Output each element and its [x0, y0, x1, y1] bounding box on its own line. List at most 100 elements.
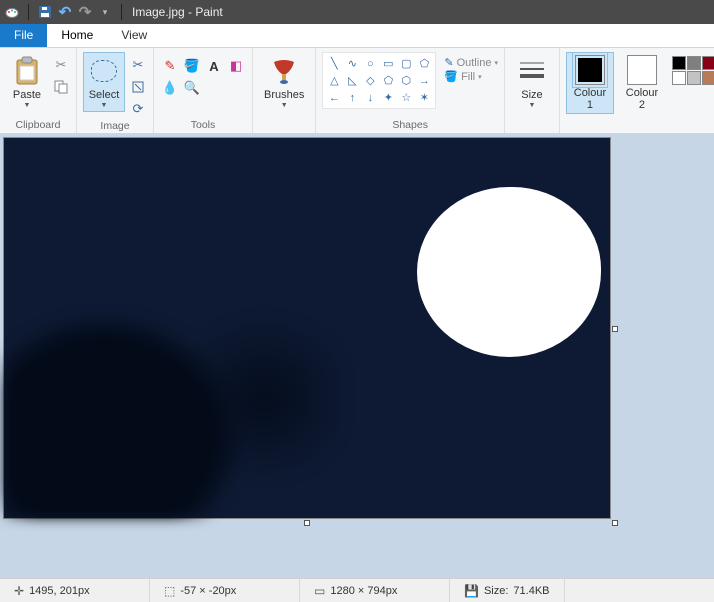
shapes-gallery[interactable]: ╲ ∿ ○ ▭ ▢ ⬠ △ ◺ ◇ ⬠ ⬡ → ← ↑ ↓ ✦ ☆ ✶ — [322, 52, 436, 109]
group-tools: ✎ 🪣 A ◧ 💧 🔍 Tools — [154, 48, 253, 133]
chevron-down-icon: ▾ — [478, 73, 482, 81]
separator — [121, 4, 122, 20]
brush-icon — [268, 55, 300, 87]
paste-button[interactable]: Paste ▼ — [6, 52, 48, 112]
shape-diamond-icon[interactable]: ◇ — [362, 73, 378, 88]
fill-icon[interactable]: 🪣 — [182, 56, 202, 76]
shape-outline-button[interactable]: ✎ Outline ▾ — [444, 56, 498, 69]
palette-swatch[interactable] — [687, 71, 701, 85]
colour-1-button[interactable]: Colour 1 — [566, 52, 614, 114]
palette-swatch[interactable] — [702, 71, 714, 85]
shape-line-icon[interactable]: ╲ — [326, 56, 342, 71]
palette-swatch[interactable] — [687, 56, 701, 70]
shape-star5-icon[interactable]: ☆ — [398, 90, 414, 105]
brushes-button[interactable]: Brushes ▼ — [259, 52, 309, 112]
customize-qat-icon[interactable]: ▾ — [97, 4, 113, 20]
free-select-icon — [88, 55, 120, 87]
filename-label: Image.jpg — [132, 5, 185, 19]
shape-hexagon-icon[interactable]: ⬡ — [398, 73, 414, 88]
palette-swatch[interactable] — [672, 56, 686, 70]
status-file-size: 💾 Size: 71.4KB — [450, 579, 565, 602]
size-button[interactable]: Size ▼ — [511, 52, 553, 112]
palette-swatch[interactable] — [672, 71, 686, 85]
select-label: Select — [89, 89, 120, 101]
status-canvas-dimensions: ▭ 1280 × 794px — [300, 579, 450, 602]
size-label: Size: — [484, 585, 508, 597]
shape-curve-icon[interactable]: ∿ — [344, 56, 360, 71]
shape-arrow-up-icon[interactable]: ↑ — [344, 90, 360, 105]
shape-roundrect-icon[interactable]: ▢ — [398, 56, 414, 71]
magnifier-icon[interactable]: 🔍 — [182, 78, 202, 98]
tab-view[interactable]: View — [107, 24, 161, 47]
colour-2-button[interactable]: Colour 2 — [618, 52, 666, 114]
shape-star6-icon[interactable]: ✶ — [416, 90, 432, 105]
rotate-icon[interactable]: ⟳ — [129, 100, 147, 118]
shape-arrow-down-icon[interactable]: ↓ — [362, 90, 378, 105]
appname-label: Paint — [195, 5, 222, 19]
image-group-label: Image — [100, 118, 129, 133]
colour-2-label: Colour 2 — [626, 87, 658, 111]
shape-oval-icon[interactable]: ○ — [362, 56, 378, 71]
palette-swatch[interactable] — [702, 56, 714, 70]
tab-home[interactable]: Home — [47, 24, 107, 47]
separator — [28, 4, 29, 20]
canvas-area[interactable] — [0, 134, 714, 578]
group-clipboard: Paste ▼ ✂ Clipboard — [0, 48, 77, 133]
shape-rect-icon[interactable]: ▭ — [380, 56, 396, 71]
chevron-down-icon: ▼ — [24, 102, 31, 109]
resize-icon[interactable] — [129, 78, 147, 96]
resize-handle-right[interactable] — [612, 326, 618, 332]
size-value: 71.4KB — [513, 585, 549, 597]
color-picker-icon[interactable]: 💧 — [160, 78, 180, 98]
shape-pentagon-icon[interactable]: ⬠ — [380, 73, 396, 88]
shape-arrow-left-icon[interactable]: ← — [326, 90, 342, 105]
outline-icon: ✎ — [444, 56, 453, 69]
text-icon[interactable]: A — [204, 56, 224, 76]
tools-grid: ✎ 🪣 A ◧ 💧 🔍 — [160, 52, 246, 98]
pencil-icon[interactable]: ✎ — [160, 56, 180, 76]
stroke-size-icon — [516, 55, 548, 87]
status-bar: ✛ 1495, 201px ⬚ -57 × -20px ▭ 1280 × 794… — [0, 578, 714, 602]
shape-polygon-icon[interactable]: ⬠ — [416, 56, 432, 71]
tab-file[interactable]: File — [0, 24, 47, 47]
status-selection-size: ⬚ -57 × -20px — [150, 579, 300, 602]
cursor-position-value: 1495, 201px — [29, 585, 90, 597]
cut-icon[interactable]: ✂ — [52, 56, 70, 74]
quick-access-toolbar: ↶ ↷ ▾ — [4, 4, 126, 20]
ribbon: Paste ▼ ✂ Clipboard Select ▼ ✂ — [0, 48, 714, 134]
group-colours: Colour 1 Colour 2 Col — [560, 48, 714, 133]
select-button[interactable]: Select ▼ — [83, 52, 125, 112]
shape-star4-icon[interactable]: ✦ — [380, 90, 396, 105]
redo-icon[interactable]: ↷ — [77, 4, 93, 20]
paint-app-icon — [4, 4, 20, 20]
shapes-group-label: Shapes — [392, 117, 428, 133]
eraser-icon[interactable]: ◧ — [226, 56, 246, 76]
image-canvas[interactable] — [4, 138, 610, 518]
chevron-down-icon: ▼ — [281, 102, 288, 109]
group-shapes: ╲ ∿ ○ ▭ ▢ ⬠ △ ◺ ◇ ⬠ ⬡ → ← ↑ ↓ ✦ ☆ ✶ — [316, 48, 505, 133]
selection-size-value: -57 × -20px — [180, 585, 236, 597]
window-title: Image.jpg - Paint — [132, 5, 223, 19]
save-icon[interactable] — [37, 4, 53, 20]
shape-rtriangle-icon[interactable]: ◺ — [344, 73, 360, 88]
outline-label: Outline — [457, 57, 492, 69]
colour-1-swatch — [575, 55, 605, 85]
copy-icon[interactable] — [52, 78, 70, 96]
fill-label: Fill — [461, 71, 475, 83]
resize-handle-bottom[interactable] — [304, 520, 310, 526]
cursor-position-icon: ✛ — [14, 584, 24, 598]
colour-palette — [672, 52, 714, 85]
title-bar: ↶ ↷ ▾ Image.jpg - Paint — [0, 0, 714, 24]
menu-tabs: File Home View — [0, 24, 714, 48]
shape-fill-button[interactable]: 🪣 Fill ▾ — [444, 70, 498, 83]
shape-arrow-right-icon[interactable]: → — [416, 73, 432, 88]
colour-1-label: Colour 1 — [574, 87, 606, 111]
chevron-down-icon: ▼ — [101, 102, 108, 109]
shape-triangle-icon[interactable]: △ — [326, 73, 342, 88]
group-size: Size ▼ — [505, 48, 560, 133]
resize-handle-corner[interactable] — [612, 520, 618, 526]
dimensions-icon: ▭ — [314, 584, 325, 598]
crop-icon[interactable]: ✂ — [129, 56, 147, 74]
undo-icon[interactable]: ↶ — [57, 4, 73, 20]
colour-2-swatch — [627, 55, 657, 85]
